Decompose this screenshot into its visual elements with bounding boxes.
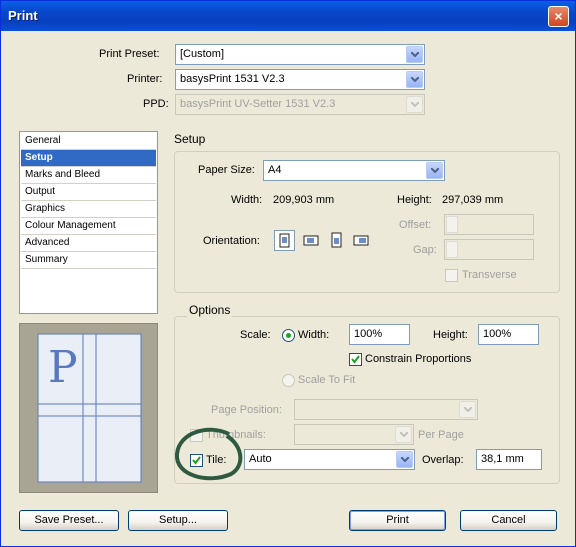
width-label: Width: [231,194,263,206]
spinner-icon [446,216,458,233]
scale-height-label: Height: [433,329,468,341]
constrain-proportions-label: Constrain Proportions [365,353,472,365]
transverse-label: Transverse [462,269,517,281]
page-position-select [294,399,478,420]
print-preset-value: [Custom] [180,48,225,60]
category-output[interactable]: Output [21,184,156,201]
printer-label: Printer: [127,73,163,85]
gap-label: Gap: [413,244,437,256]
overlap-label: Overlap: [422,454,464,466]
width-value: 209,903 mm [273,194,335,206]
reverse-portrait-icon[interactable] [326,230,347,251]
category-advanced[interactable]: Advanced [21,235,156,252]
scale-to-fit-radio [282,374,295,387]
tile-preview-graphic [37,333,142,483]
category-general[interactable]: General [21,133,156,150]
print-preset-label: Print Preset: [99,48,160,60]
page-preview: P [19,323,158,493]
print-preset-select[interactable]: [Custom] [175,44,425,65]
height-label: Height: [397,194,432,206]
window-title: Print [8,8,38,23]
category-colour-management[interactable]: Colour Management [21,218,156,235]
spinner-icon [446,241,458,258]
category-graphics[interactable]: Graphics [21,201,156,218]
chevron-down-icon[interactable] [396,451,413,468]
per-page-label: Per Page [418,429,464,441]
paper-size-label: Paper Size: [198,164,255,176]
chevron-down-icon[interactable] [406,46,423,63]
chevron-down-icon[interactable] [406,71,423,88]
overlap-field[interactable]: 38,1 mm [476,449,542,470]
offset-field [444,214,534,235]
orientation-label: Orientation: [203,235,260,247]
setup-heading: Setup [174,132,206,146]
scale-width-radio[interactable] [282,329,295,342]
paper-size-value: A4 [268,164,282,176]
gap-field [444,239,534,260]
paper-size-select[interactable]: A4 [263,160,445,181]
scale-width-field[interactable]: 100% [349,324,410,345]
annotation-circle [174,427,243,481]
tile-value: Auto [249,453,272,465]
scale-height-value: 100% [483,328,512,340]
category-marks-and-bleed[interactable]: Marks and Bleed [21,167,156,184]
category-summary[interactable]: Summary [21,252,156,269]
preview-glyph: P [48,342,78,393]
print-button[interactable]: Print [349,510,446,531]
chevron-down-icon [459,401,476,418]
scale-width-value: 100% [354,328,383,340]
portrait-icon[interactable] [274,230,295,251]
ppd-select: basysPrint UV-Setter 1531 V2.3 [175,94,425,115]
page-position-label: Page Position: [211,404,282,416]
print-dialog: Print × Print Preset: [Custom] Printer: … [0,0,576,547]
thumbnails-select [294,424,414,445]
printer-value: basysPrint 1531 V2.3 [180,73,285,85]
options-heading: Options [187,303,233,317]
scale-height-field[interactable]: 100% [478,324,539,345]
constrain-proportions-checkbox[interactable] [349,353,362,366]
offset-label: Offset: [399,219,432,231]
close-button[interactable]: × [548,6,569,27]
height-value: 297,039 mm [442,194,504,206]
category-list[interactable]: General Setup Marks and Bleed Output Gra… [19,131,158,314]
title-bar[interactable]: Print × [1,1,575,31]
chevron-down-icon [406,96,423,113]
save-preset-button[interactable]: Save Preset... [19,510,119,531]
printer-select[interactable]: basysPrint 1531 V2.3 [175,69,425,90]
chevron-down-icon [395,426,412,443]
ppd-value: basysPrint UV-Setter 1531 V2.3 [180,98,336,110]
scale-width-label: Width: [298,329,330,341]
ppd-label: PPD: [143,98,169,110]
landscape-icon[interactable] [301,230,322,251]
tile-select[interactable]: Auto [244,449,415,470]
scale-to-fit-label: Scale To Fit [298,374,356,386]
chevron-down-icon[interactable] [426,162,443,179]
scale-label: Scale: [240,329,271,341]
setup-button[interactable]: Setup... [128,510,228,531]
cancel-button[interactable]: Cancel [460,510,557,531]
reverse-landscape-icon[interactable] [351,230,372,251]
transverse-checkbox [445,269,458,282]
overlap-value: 38,1 mm [481,453,524,465]
category-setup[interactable]: Setup [21,150,156,167]
